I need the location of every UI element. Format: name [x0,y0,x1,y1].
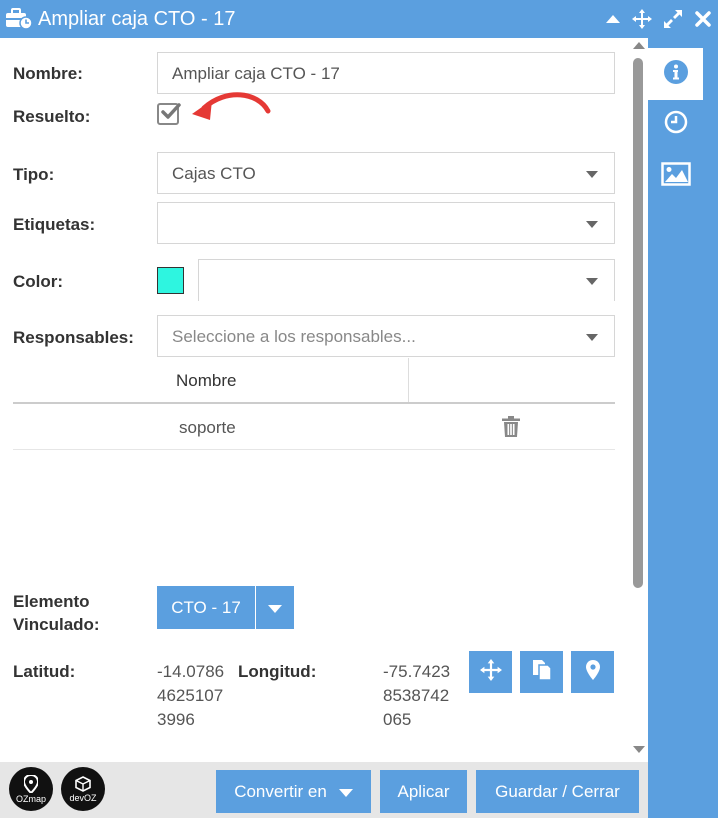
aplicar-label: Aplicar [397,781,450,801]
window-title: Ampliar caja CTO - 17 [38,8,236,30]
column-divider [408,358,409,402]
chevron-down-icon [586,171,598,178]
column-header-nombre[interactable]: Nombre [176,371,236,391]
scroll-down-arrow-icon[interactable] [633,746,645,753]
etiquetas-label: Etiquetas: [13,215,96,234]
tipo-label: Tipo: [13,165,55,184]
ozmap-logo-text: OZmap [15,793,46,804]
dialog-footer: OZmap devOZ Convertir en Aplicar Guardar… [0,762,648,818]
longitud-line: -75.7423 [383,662,451,681]
caret-down-icon [268,598,282,618]
responsables-placeholder: Seleccione a los responsables... [172,327,416,346]
latitud-label: Latitud: [13,662,76,681]
latitud-line: 4625107 [157,686,224,705]
tab-info[interactable] [648,48,703,100]
tipo-select[interactable]: Cajas CTO [157,152,615,194]
responsables-select[interactable]: Seleccione a los responsables... [157,315,615,357]
nombre-value: Ampliar caja CTO - 17 [172,64,340,83]
tab-images[interactable] [648,150,703,202]
latitud-line: 3996 [157,710,195,729]
copy-coordinates-button[interactable] [520,651,563,693]
collapse-icon[interactable] [602,8,624,30]
move-icon[interactable] [631,8,653,30]
scroll-up-arrow-icon[interactable] [633,42,645,49]
resuelto-label: Resuelto: [13,107,91,126]
caret-down-icon [338,782,353,802]
elemento-label: Elemento Vinculado: [13,592,100,634]
row-nombre: soporte [179,418,236,437]
ozmap-logo: OZmap [9,767,53,811]
chevron-down-icon [586,334,598,341]
guardar-cerrar-button[interactable]: Guardar / Cerrar [476,770,639,813]
responsables-table: Nombre soporte [13,358,615,450]
color-swatch[interactable] [157,267,184,294]
vertical-scrollbar[interactable] [630,38,648,762]
window-titlebar: Ampliar caja CTO - 17 [0,0,718,38]
convertir-en-button[interactable]: Convertir en [216,770,371,813]
locate-button[interactable] [571,651,614,693]
form-panel: Nombre: Ampliar caja CTO - 17 Resuelto: … [0,38,648,762]
etiquetas-select[interactable] [157,202,615,244]
info-icon [663,59,689,90]
trash-icon[interactable] [501,416,521,438]
map-marker-icon [585,659,600,685]
color-label: Color: [13,272,64,291]
aplicar-button[interactable]: Aplicar [380,770,467,813]
image-icon [660,161,691,191]
maximize-icon[interactable] [662,8,684,30]
guardar-cerrar-label: Guardar / Cerrar [495,781,620,801]
briefcase-clock-icon [5,8,33,30]
tab-history[interactable] [648,98,703,150]
color-select[interactable] [198,259,615,301]
devoz-logo-text: devOZ [69,792,97,803]
responsables-label: Responsables: [13,328,134,347]
devoz-logo: devOZ [61,767,105,811]
latitud-line: -14.0786 [157,662,225,681]
copy-icon [531,658,553,687]
table-row: soporte [13,404,615,450]
move-location-button[interactable] [469,651,512,693]
close-icon[interactable] [692,8,714,30]
table-header: Nombre [13,358,615,404]
annotation-arrow-icon [186,86,276,131]
scrollbar-thumb[interactable] [633,58,643,588]
resuelto-checkbox[interactable] [157,103,181,125]
latitud-value: -14.0786 4625107 3996 [157,660,224,732]
elemento-button-label: CTO - 17 [171,597,241,617]
side-panel [648,38,718,818]
convertir-en-label: Convertir en [234,781,327,801]
nombre-label: Nombre: [13,64,83,83]
longitud-line: 065 [383,710,412,729]
longitud-label: Longitud: [238,662,317,681]
longitud-value: -75.7423 8538742 065 [383,660,450,732]
chevron-down-icon [586,278,598,285]
longitud-line: 8538742 [383,686,450,705]
elemento-dropdown-button[interactable] [256,586,294,629]
elemento-button[interactable]: CTO - 17 [157,586,255,629]
clock-icon [664,110,688,139]
tipo-value: Cajas CTO [172,164,256,183]
chevron-down-icon [586,221,598,228]
move-icon [479,658,502,686]
